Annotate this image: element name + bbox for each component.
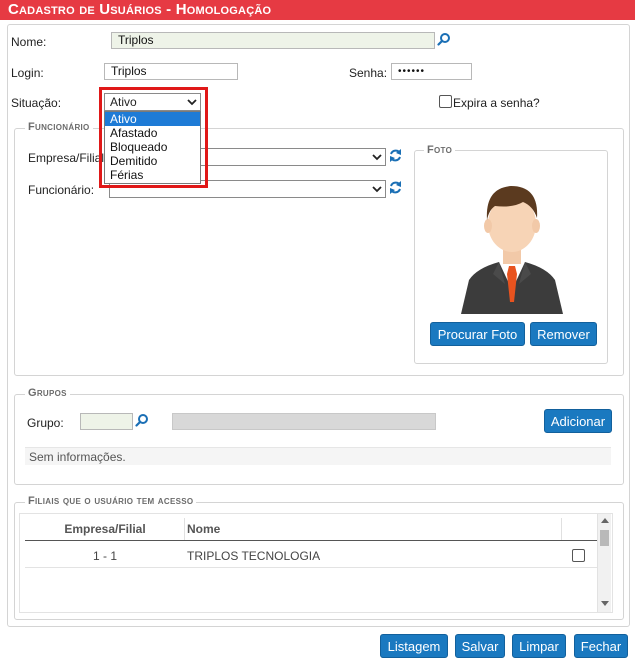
remover-foto-button[interactable]: Remover [530, 322, 597, 346]
limpar-button[interactable]: Limpar [512, 634, 566, 658]
search-icon[interactable] [437, 32, 451, 46]
scroll-up-icon[interactable] [601, 517, 609, 523]
listagem-button[interactable]: Listagem [380, 634, 448, 658]
chevron-down-icon [372, 154, 382, 161]
empresa-label: Empresa/Filial [28, 151, 105, 165]
search-icon[interactable] [135, 413, 149, 427]
nome-label: Nome: [11, 35, 47, 49]
salvar-button[interactable]: Salvar [455, 634, 505, 658]
funcionario-legend: Funcionário [25, 121, 93, 133]
grupos-legend: Grupos [25, 387, 70, 399]
refresh-icon[interactable] [389, 180, 402, 195]
table-scrollbar[interactable] [597, 514, 611, 612]
expira-senha-checkbox[interactable] [439, 95, 452, 108]
scroll-thumb[interactable] [600, 530, 609, 546]
scroll-down-icon[interactable] [601, 601, 609, 607]
grupo-label: Grupo: [27, 416, 64, 430]
chevron-down-icon [372, 186, 382, 193]
refresh-icon[interactable] [389, 148, 402, 163]
grupos-panel [14, 394, 624, 485]
filiais-legend: Filiais que o usuário tem acesso [25, 495, 197, 507]
senha-label: Senha: [349, 66, 388, 80]
funcionario-label: Funcionário: [28, 183, 95, 197]
table-header-divider [561, 518, 562, 540]
situacao-label: Situação: [11, 96, 62, 110]
table-row-checkbox[interactable] [572, 549, 585, 562]
grupo-field[interactable] [80, 413, 133, 430]
table-cell-empresa: 1 - 1 [92, 549, 117, 563]
login-label: Login: [11, 66, 44, 80]
foto-legend: Foto [424, 144, 456, 156]
highlight-box [99, 87, 208, 188]
adicionar-button[interactable]: Adicionar [544, 409, 612, 433]
window-title: Cadastro de Usuários - Homologação [0, 0, 635, 20]
avatar [447, 162, 577, 314]
fechar-button[interactable]: Fechar [574, 634, 628, 658]
table-cell-nome: TRIPLOS TECNOLOGIA [187, 549, 321, 563]
procurar-foto-button[interactable]: Procurar Foto [430, 322, 525, 346]
grupos-empty-text: Sem informações. [29, 450, 126, 464]
grupo-description-field [172, 413, 436, 430]
expira-senha-label: Expira a senha? [453, 96, 540, 110]
senha-field[interactable]: •••••• [391, 63, 472, 80]
nome-field[interactable]: Triplos [111, 32, 435, 49]
login-field[interactable]: Triplos [104, 63, 238, 80]
table-header-divider [184, 518, 185, 540]
